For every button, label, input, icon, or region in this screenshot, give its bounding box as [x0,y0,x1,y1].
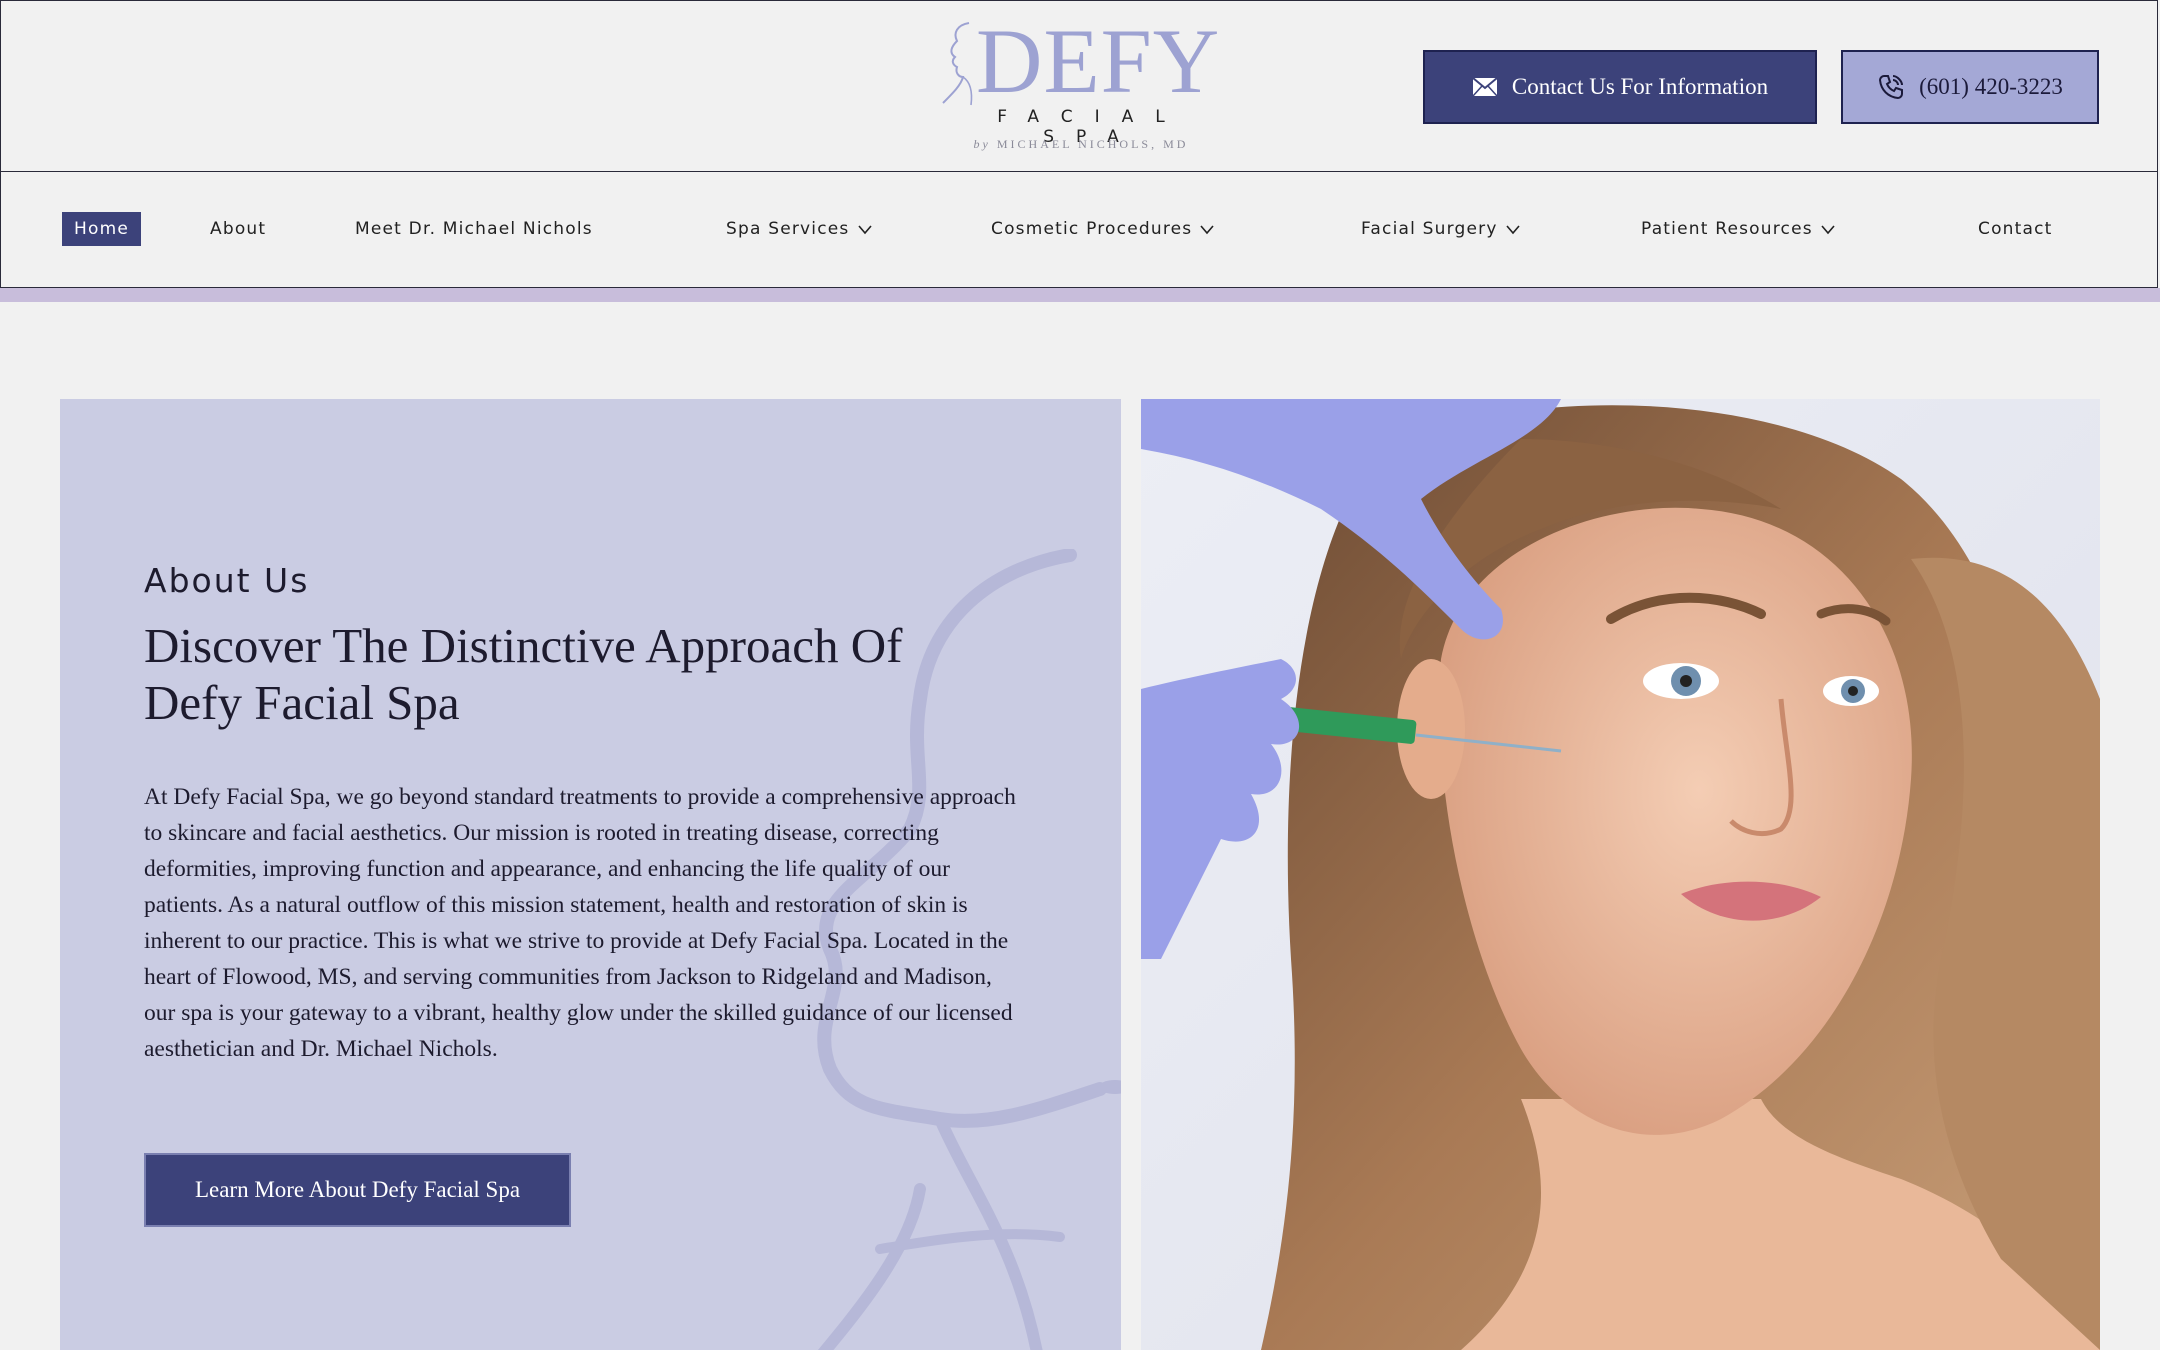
nav-item-label: Cosmetic Procedures [991,219,1193,239]
mail-icon [1472,77,1498,97]
nav-item-label: Spa Services [726,219,850,239]
nav-item-cosmetic-procedures[interactable]: Cosmetic Procedures [991,212,1214,246]
nav-item-home[interactable]: Home [62,212,142,246]
section-title: Discover The Distinctive Approach Of Def… [144,618,903,730]
phone-button[interactable]: (601) 420-3223 [1841,50,2099,124]
nav-item-label: Home [74,219,130,239]
main-navigation: Home About Meet Dr. Michael Nichols Spa … [0,171,2158,288]
logo-wordmark: DEFY [976,10,1221,112]
chevron-down-icon [857,225,872,235]
learn-more-button[interactable]: Learn More About Defy Facial Spa [144,1153,571,1227]
defy-logo[interactable]: DEFY FACIAL SPA by MICHAEL NICHOLS, MD [921,11,1241,165]
logo-by-name: MICHAEL NICHOLS, MD [996,137,1189,151]
phone-number-label: (601) 420-3223 [1919,74,2063,99]
nav-item-about[interactable]: About [210,212,266,246]
nav-item-label: Patient Resources [1641,219,1813,239]
nav-item-label: Facial Surgery [1361,219,1498,239]
nav-item-patient-resources[interactable]: Patient Resources [1641,212,1835,246]
contact-us-label: Contact Us For Information [1511,74,1769,99]
logo-by-prefix: by [973,137,991,151]
portrait-illustration [1141,399,2100,1350]
section-body-text: At Defy Facial Spa, we go beyond standar… [144,784,1016,1062]
chevron-down-icon [1200,225,1214,235]
nav-item-meet-dr-nichols[interactable]: Meet Dr. Michael Nichols [355,212,593,246]
about-section: About Us Discover The Distinctive Approa… [60,399,1121,1350]
hero-photo-injection-treatment [1141,399,2100,1350]
learn-more-label: Learn More About Defy Facial Spa [194,1177,521,1202]
face-profile-icon [942,22,973,106]
accent-divider [0,288,2160,302]
nav-item-contact[interactable]: Contact [1978,212,2053,246]
chevron-down-icon [1506,225,1520,235]
nav-item-label: About [210,219,267,239]
site-header: DEFY FACIAL SPA by MICHAEL NICHOLS, MD C… [0,0,2158,172]
contact-us-button[interactable]: Contact Us For Information [1423,50,1817,124]
nav-item-label: Contact [1978,219,2053,239]
section-eyebrow: About Us [144,561,310,600]
nav-item-spa-services[interactable]: Spa Services [726,212,872,246]
phone-icon [1879,75,1904,100]
nav-item-label: Meet Dr. Michael Nichols [355,219,593,239]
nav-item-facial-surgery[interactable]: Facial Surgery [1361,212,1520,246]
chevron-down-icon [1821,225,1835,235]
logo-byline: by MICHAEL NICHOLS, MD [921,137,1241,152]
